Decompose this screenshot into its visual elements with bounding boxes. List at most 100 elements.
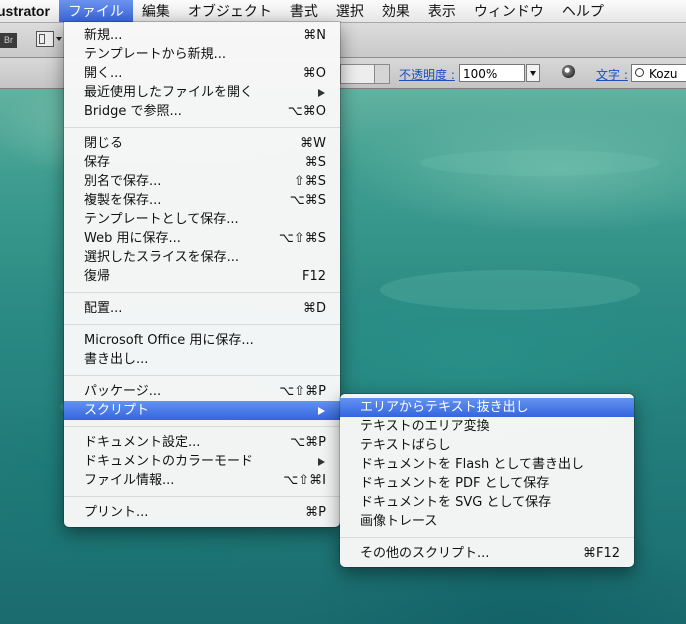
keyboard-shortcut: ⌘W <box>300 136 326 151</box>
menu-help[interactable]: ヘルプ <box>553 0 613 22</box>
file-menu-item-label: 新規... <box>84 28 123 43</box>
file-menu-item[interactable]: ドキュメントのカラーモード <box>64 452 340 471</box>
file-menu-item-label: 別名で保存... <box>84 174 162 189</box>
file-menu-item[interactable]: 保存 ⌘S <box>64 153 340 172</box>
water-highlight <box>380 270 640 310</box>
file-menu-item-label: 保存 <box>84 155 111 170</box>
bridge-button[interactable]: Br <box>0 33 17 48</box>
menu-separator <box>64 324 340 325</box>
keyboard-shortcut: ⌘S <box>304 155 326 170</box>
opacity-field[interactable]: 100% <box>459 64 525 82</box>
file-menu-item-label: ドキュメント設定... <box>84 435 201 450</box>
file-menu-item[interactable]: 閉じる ⌘W <box>64 134 340 153</box>
file-menu-item[interactable]: テンプレートから新規... <box>64 45 340 64</box>
font-family-value: Kozu <box>649 67 678 81</box>
opacity-label[interactable]: 不透明度 : <box>399 66 455 83</box>
file-menu-item-label: 開く... <box>84 66 123 81</box>
file-menu-item[interactable]: 複製を保存... ⌥⌘S <box>64 191 340 210</box>
file-menu-item[interactable]: テンプレートとして保存... <box>64 210 340 229</box>
file-menu-item[interactable]: ファイル情報... ⌥⇧⌘I <box>64 471 340 490</box>
file-menu-item-label: 配置... <box>84 301 123 316</box>
keyboard-shortcut: F12 <box>301 269 326 284</box>
menu-edit[interactable]: 編集 <box>133 0 179 22</box>
keyboard-shortcut: ⌥⌘P <box>290 435 326 450</box>
file-menu-item[interactable]: 書き出し... <box>64 350 340 369</box>
submenu-arrow-icon <box>318 458 325 466</box>
script-menu-item-label: エリアからテキスト抜き出し <box>360 400 529 415</box>
font-family-field[interactable]: Kozu <box>631 64 686 82</box>
arrange-documents-icon[interactable] <box>36 31 54 47</box>
file-menu-item-label: Web 用に保存... <box>84 231 181 246</box>
file-menu-item-label: プリント... <box>84 505 149 520</box>
menu-separator <box>64 426 340 427</box>
file-menu-item[interactable]: ドキュメント設定... ⌥⌘P <box>64 433 340 452</box>
file-menu-item-label: 選択したスライスを保存... <box>84 250 240 265</box>
file-menu-item[interactable]: パッケージ... ⌥⇧⌘P <box>64 382 340 401</box>
script-menu-item[interactable]: ドキュメントを PDF として保存 <box>340 474 634 493</box>
opacity-dropdown-button[interactable] <box>526 64 540 82</box>
recolor-artwork-icon[interactable] <box>562 65 575 78</box>
script-menu-item[interactable]: テキストのエリア変換 <box>340 417 634 436</box>
script-menu-item-label: ドキュメントを Flash として書き出し <box>360 457 584 472</box>
chevron-down-icon[interactable] <box>374 65 389 83</box>
menu-object[interactable]: オブジェクト <box>179 0 281 22</box>
search-icon <box>635 68 644 77</box>
keyboard-shortcut: ⌥⇧⌘I <box>283 473 326 488</box>
file-menu-item[interactable]: プリント... ⌘P <box>64 503 340 522</box>
file-menu-item-label: 最近使用したファイルを開く <box>84 85 254 100</box>
script-menu-item-label: ドキュメントを PDF として保存 <box>360 476 550 491</box>
file-menu-item-label: ファイル情報... <box>84 473 175 488</box>
keyboard-shortcut: ⌘F12 <box>582 546 620 561</box>
script-submenu: エリアからテキスト抜き出しテキストのエリア変換テキストばらしドキュメントを Fl… <box>340 394 634 567</box>
menu-separator <box>64 292 340 293</box>
file-menu-item[interactable]: 別名で保存... ⇧⌘S <box>64 172 340 191</box>
script-menu-item[interactable]: 画像トレース <box>340 512 634 531</box>
keyboard-shortcut: ⌥⌘O <box>287 104 326 119</box>
file-menu-item-label: ドキュメントのカラーモード <box>84 454 254 469</box>
file-menu-item[interactable]: Microsoft Office 用に保存... <box>64 331 340 350</box>
script-menu-item[interactable]: テキストばらし <box>340 436 634 455</box>
file-menu-item[interactable]: 選択したスライスを保存... <box>64 248 340 267</box>
file-menu-item-label: 複製を保存... <box>84 193 162 208</box>
chevron-down-icon[interactable] <box>56 37 62 41</box>
menu-select[interactable]: 選択 <box>327 0 373 22</box>
file-menu-item[interactable]: Bridge で参照... ⌥⌘O <box>64 102 340 121</box>
file-menu-item-label: Microsoft Office 用に保存... <box>84 333 254 348</box>
water-highlight <box>420 150 660 176</box>
graphic-style-dropdown[interactable] <box>340 64 390 84</box>
keyboard-shortcut: ⌥⌘S <box>289 193 326 208</box>
menu-type[interactable]: 書式 <box>281 0 327 22</box>
file-menu-item-label: パッケージ... <box>84 384 162 399</box>
menu-view[interactable]: 表示 <box>419 0 465 22</box>
keyboard-shortcut: ⌥⇧⌘P <box>279 384 326 399</box>
file-menu-item-label: 書き出し... <box>84 352 149 367</box>
menu-file[interactable]: ファイル <box>58 0 133 22</box>
character-label[interactable]: 文字 : <box>596 66 628 83</box>
file-menu-item-label: 復帰 <box>84 269 111 284</box>
menu-window[interactable]: ウィンドウ <box>465 0 553 22</box>
menu-bar: ustrator ファイル 編集 オブジェクト 書式 選択 効果 表示 ウィンド… <box>0 0 686 23</box>
script-menu-item[interactable]: エリアからテキスト抜き出し <box>340 398 634 417</box>
file-menu-item[interactable]: 開く... ⌘O <box>64 64 340 83</box>
file-menu: 新規... ⌘N テンプレートから新規... 開く... ⌘O 最近使用したファイルを開く… <box>64 22 340 527</box>
script-menu-item-label: テキストばらし <box>360 438 451 453</box>
file-menu-item[interactable]: 最近使用したファイルを開く <box>64 83 340 102</box>
script-menu-item-label: ドキュメントを SVG として保存 <box>360 495 552 510</box>
script-menu-item[interactable]: ドキュメントを Flash として書き出し <box>340 455 634 474</box>
keyboard-shortcut: ⌘D <box>302 301 326 316</box>
submenu-arrow-icon <box>318 89 325 97</box>
script-menu-item[interactable]: ドキュメントを SVG として保存 <box>340 493 634 512</box>
menu-separator <box>64 375 340 376</box>
menu-effect[interactable]: 効果 <box>373 0 419 22</box>
keyboard-shortcut: ⌘P <box>305 505 326 520</box>
file-menu-item[interactable]: Web 用に保存... ⌥⇧⌘S <box>64 229 340 248</box>
file-menu-item[interactable]: スクリプト <box>64 401 340 420</box>
script-menu-item[interactable]: その他のスクリプト... ⌘F12 <box>340 544 634 563</box>
file-menu-item[interactable]: 新規... ⌘N <box>64 26 340 45</box>
file-menu-item[interactable]: 配置... ⌘D <box>64 299 340 318</box>
file-menu-item[interactable]: 復帰 F12 <box>64 267 340 286</box>
keyboard-shortcut: ⇧⌘S <box>293 174 326 189</box>
file-menu-item-label: テンプレートから新規... <box>84 47 227 62</box>
app-menu[interactable]: ustrator <box>0 0 59 22</box>
keyboard-shortcut: ⌘N <box>303 28 326 43</box>
